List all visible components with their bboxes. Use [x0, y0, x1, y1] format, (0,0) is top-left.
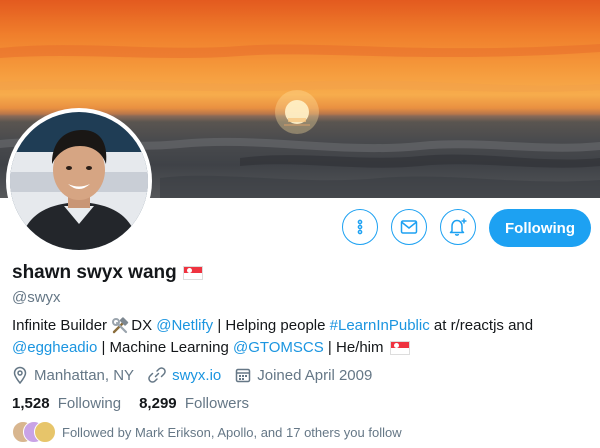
- mention-gtomscs-link[interactable]: @GTOMSCS: [233, 337, 324, 359]
- joined-text: Joined April 2009: [257, 366, 373, 384]
- envelope-icon: [400, 220, 418, 234]
- link-icon: [148, 367, 166, 383]
- hammer-wrench-icon: [112, 317, 129, 334]
- avatar[interactable]: [6, 108, 152, 254]
- bio-text: | Machine Learning: [97, 339, 233, 356]
- bio-text: | Helping people: [213, 317, 330, 334]
- notifications-button[interactable]: [440, 209, 476, 245]
- map-pin-icon: [13, 366, 27, 384]
- more-vertical-icon: [357, 219, 363, 235]
- profile-photo: [10, 112, 148, 250]
- mention-netlify-link[interactable]: @Netlify: [156, 315, 213, 337]
- profile-meta: Manhattan, NY swyx.io Joined April 2009: [12, 364, 386, 386]
- profile-bio: Infinite Builder DX @Netlify | Helping p…: [12, 315, 592, 359]
- calendar-icon: [236, 368, 251, 383]
- more-options-button[interactable]: [342, 209, 378, 245]
- mention-eggheadio-link[interactable]: @eggheadio: [12, 337, 97, 359]
- message-button[interactable]: [391, 209, 427, 245]
- location-item: Manhattan, NY: [12, 366, 134, 384]
- mutual-avatar: [34, 421, 56, 443]
- singapore-flag-icon: [389, 341, 410, 355]
- mutual-avatars: [12, 421, 56, 443]
- website-item[interactable]: swyx.io: [148, 366, 221, 384]
- profile-name-row: shawn swyx wang: [12, 262, 203, 284]
- bio-text: at r/reactjs and: [429, 317, 534, 334]
- following-count: 1,528: [12, 395, 50, 412]
- profile-stats: 1,528 Following 8,299 Followers: [12, 395, 249, 412]
- profile-name: shawn swyx wang: [12, 262, 177, 283]
- bio-line: Infinite Builder DX @Netlify | Helping p…: [12, 315, 592, 337]
- bell-plus-icon: [449, 218, 467, 236]
- followers-count: 8,299: [139, 395, 177, 412]
- bio-line: @eggheadio | Machine Learning @GTOMSCS |…: [12, 337, 592, 359]
- following-button[interactable]: Following: [489, 209, 591, 247]
- hashtag-learninpublic-link[interactable]: #LearnInPublic: [330, 315, 430, 337]
- bio-text: Infinite Builder: [12, 317, 112, 334]
- bio-text: DX: [131, 317, 157, 334]
- following-label: Following: [57, 395, 122, 412]
- followers-you-know[interactable]: Followed by Mark Erikson, Apollo, and 17…: [12, 421, 402, 443]
- followed-by-text: Followed by Mark Erikson, Apollo, and 17…: [62, 424, 402, 440]
- website-link[interactable]: swyx.io: [172, 367, 221, 384]
- profile-handle: @swyx: [12, 289, 61, 306]
- singapore-flag-icon: [182, 266, 203, 280]
- followers-stat[interactable]: 8,299 Followers: [139, 395, 249, 412]
- joined-item: Joined April 2009: [235, 367, 372, 384]
- following-stat[interactable]: 1,528 Following: [12, 395, 121, 412]
- bio-text: | He/him: [323, 339, 384, 356]
- followers-label: Followers: [184, 395, 249, 412]
- location-text: Manhattan, NY: [34, 366, 135, 384]
